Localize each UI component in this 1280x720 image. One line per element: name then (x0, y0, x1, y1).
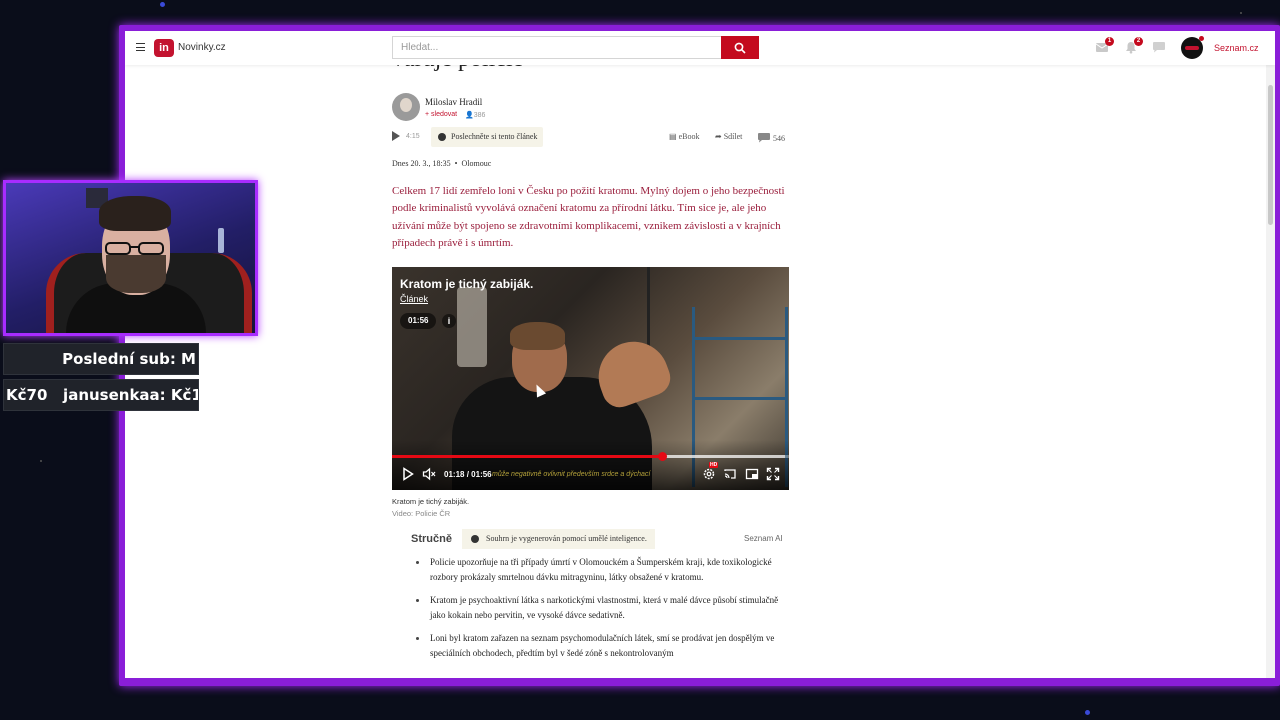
article-date-line: Dnes 20. 3., 18:35 • Olomouc (392, 159, 492, 168)
video-seek-handle[interactable] (657, 452, 667, 461)
avatar-status-dot (1199, 36, 1204, 41)
webcam-light (218, 228, 224, 253)
author-name[interactable]: Miloslav Hradil (425, 97, 482, 107)
page-scrollbar[interactable] (1266, 65, 1275, 678)
search-input[interactable] (392, 36, 721, 59)
settings-icon[interactable]: HD (702, 462, 719, 486)
author-avatar[interactable] (392, 93, 420, 121)
mail-icon[interactable]: 1 (1095, 37, 1114, 54)
volume-muted-icon[interactable] (422, 467, 436, 486)
ai-notice: Souhrn je vygenerován pomocí umělé intel… (462, 529, 655, 549)
article-location[interactable]: Olomouc (461, 159, 491, 168)
site-name[interactable]: Novinky.cz (178, 42, 226, 53)
video-scene-cable (647, 267, 650, 347)
last-sub-ticker: Poslední sub: M (3, 343, 199, 375)
seznam-ai-brand: Seznam AI (744, 534, 783, 543)
follow-button[interactable]: + sledovat (425, 111, 457, 118)
menu-icon[interactable] (136, 43, 145, 51)
video-subtitle: může negativně ovlivnit především srdce … (492, 471, 651, 478)
search-icon (734, 42, 746, 54)
summary-item: Kratom je psychoaktivní látka s narkotic… (415, 593, 793, 622)
video-source: Video: Policie ČR (392, 509, 451, 518)
bell-icon[interactable]: 2 (1124, 37, 1143, 54)
star (160, 2, 165, 7)
site-header: in Novinky.cz 1 2 Seznam.cz (125, 31, 1275, 65)
video-time: 01:18 / 01:56 (444, 470, 492, 479)
user-icon: 👤 (465, 112, 474, 119)
info-icon (438, 133, 446, 141)
summary-item: Loni byl kratom zařazen na seznam psycho… (415, 631, 793, 660)
article-lead: Celkem 17 lidí zemřelo loni v Česku po p… (392, 185, 785, 249)
comment-icon (758, 133, 770, 143)
seznam-link[interactable]: Seznam.cz (1214, 43, 1259, 53)
fullscreen-icon[interactable] (766, 467, 780, 486)
listen-article-button[interactable]: Poslechněte si tento článek (431, 127, 544, 147)
webcam-beard (106, 255, 166, 293)
share-button[interactable]: ➦ Sdílet (715, 132, 742, 141)
audio-duration: 4:15 (406, 133, 420, 140)
video-caption: Kratom je tichý zabiják. (392, 497, 470, 506)
donation-ticker: Kč70 janusenkaa: Kč169 (3, 379, 199, 411)
hd-badge: HD (709, 462, 719, 468)
summary-item: Policie upozorňuje na tři případy úmrtí … (415, 555, 793, 584)
cast-icon[interactable] (723, 467, 737, 486)
info-icon (471, 535, 479, 543)
audio-play-icon[interactable] (392, 131, 400, 141)
video-duration-pill: 01:56 (400, 313, 437, 329)
video-seekbar[interactable] (392, 452, 789, 461)
mail-badge: 1 (1105, 37, 1114, 46)
video-player[interactable]: Kratom je tichý zabiják. Článek 01:56 i … (392, 267, 789, 490)
miniplayer-icon[interactable] (745, 467, 759, 486)
webcam-overlay (3, 180, 258, 336)
video-scene-hair (510, 322, 565, 350)
scrollbar-thumb[interactable] (1268, 85, 1273, 225)
browser-viewport: in Novinky.cz 1 2 Seznam.cz varuje polic… (125, 31, 1275, 678)
ebook-button[interactable]: ▤ eBook (669, 132, 699, 141)
chat-icon[interactable] (1152, 40, 1166, 54)
video-scene-bag (457, 287, 487, 367)
comments-button[interactable]: 546 (757, 132, 785, 143)
webcam-glasses (105, 242, 164, 255)
share-icon: ➦ (715, 132, 722, 141)
webcam-hair (99, 196, 171, 231)
search-button[interactable] (721, 36, 759, 59)
followers-count: 👤386 (465, 112, 486, 119)
summary-title: Stručně (411, 533, 452, 545)
book-icon: ▤ (669, 132, 677, 141)
video-progress (392, 455, 662, 458)
site-logo[interactable]: in (154, 39, 174, 57)
play-icon[interactable] (402, 467, 414, 486)
star (1085, 710, 1090, 715)
video-article-link[interactable]: Článek (400, 294, 428, 304)
notification-badge: 2 (1134, 37, 1143, 46)
star (40, 460, 42, 462)
star (1240, 12, 1242, 14)
video-info-button[interactable]: i (442, 314, 456, 328)
video-title: Kratom je tichý zabiják. (400, 277, 534, 291)
summary-list: Policie upozorňuje na tři případy úmrtí … (415, 555, 793, 669)
